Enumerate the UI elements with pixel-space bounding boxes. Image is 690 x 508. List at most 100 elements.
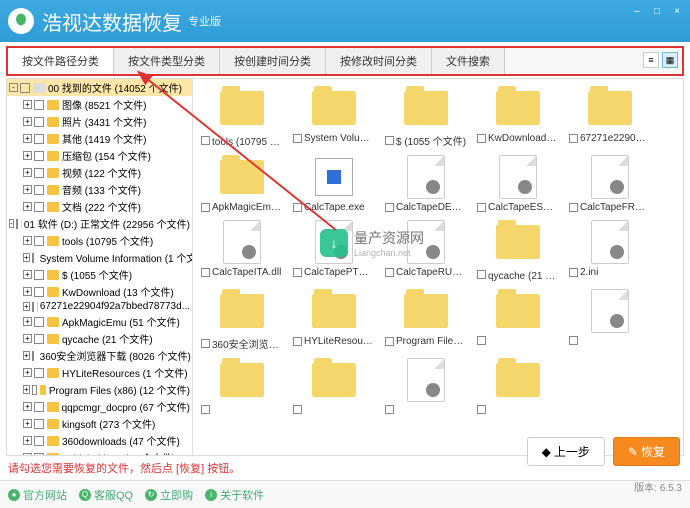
checkbox[interactable] [34,270,44,280]
close-button[interactable]: × [668,4,686,18]
expander-icon[interactable]: + [23,385,30,394]
expander-icon[interactable]: + [23,134,32,143]
expander-icon[interactable]: + [23,117,32,126]
tree-row[interactable]: +压缩包 (154 个文件) [7,147,192,164]
footer-link[interactable]: Q客服QQ [79,487,133,503]
checkbox[interactable] [16,219,18,229]
expander-icon[interactable]: + [23,100,32,109]
grid-item[interactable]: HYLiteResources ... [293,290,375,351]
grid-item[interactable]: 2.ini [569,221,651,282]
checkbox[interactable] [385,337,394,346]
expander-icon[interactable]: + [23,253,30,262]
checkbox[interactable] [385,268,394,277]
grid-item[interactable]: CalcTapeRUS.dll [385,221,467,282]
checkbox[interactable] [569,134,578,143]
grid-item[interactable] [385,359,467,414]
expander-icon[interactable]: + [23,185,32,194]
grid-item[interactable]: 67271e22904f92... [569,87,651,148]
grid-item[interactable]: tools (10795 个... [201,87,283,148]
checkbox[interactable] [569,203,578,212]
expander-icon[interactable]: + [23,402,32,411]
checkbox[interactable] [201,339,210,348]
footer-link[interactable]: ●官方网站 [8,487,67,503]
checkbox[interactable] [477,336,486,345]
checkbox[interactable] [201,136,210,145]
checkbox[interactable] [385,203,394,212]
checkbox[interactable] [293,405,302,414]
prev-button[interactable]: ◆ 上一步 [527,437,605,466]
tree-row[interactable]: +kingsoft (273 个文件) [7,415,192,432]
tree-row[interactable]: +图像 (8521 个文件) [7,96,192,113]
grid-item[interactable]: KwDownload (13... [477,87,559,148]
checkbox[interactable] [34,100,44,110]
grid-item[interactable]: CalcTapePTB.dll [293,221,375,282]
checkbox[interactable] [201,405,210,414]
tab-1[interactable]: 按文件类型分类 [114,48,220,74]
tree-row[interactable]: +System Volume Information (1 个文件) [7,249,192,266]
checkbox[interactable] [32,385,38,395]
checkbox[interactable] [385,136,394,145]
expander-icon[interactable]: + [23,317,32,326]
grid-item[interactable]: CalcTapeITA.dll [201,221,283,282]
tree-row[interactable]: +360downloads (47 个文件) [7,432,192,449]
tree-row[interactable]: +KwDownload (13 个文件) [7,283,192,300]
expander-icon[interactable]: + [23,368,32,377]
grid-item[interactable]: ApkMagicEmu (5... [201,156,283,213]
expander-icon[interactable]: - [9,83,18,92]
view-grid-button[interactable]: ▦ [662,52,678,68]
grid-item[interactable]: CalcTapeFRA.dll [569,156,651,213]
minimize-button[interactable]: – [628,4,646,18]
expander-icon[interactable]: - [9,219,14,228]
tree-row[interactable]: +tools (10795 个文件) [7,232,192,249]
checkbox[interactable] [477,203,486,212]
tab-0[interactable]: 按文件路径分类 [8,48,114,74]
checkbox[interactable] [201,268,210,277]
checkbox[interactable] [34,168,44,178]
grid-item[interactable] [293,359,375,414]
grid-item[interactable] [201,359,283,414]
checkbox[interactable] [32,302,34,312]
checkbox[interactable] [477,134,486,143]
footer-link[interactable]: i关于软件 [205,487,264,503]
tree-row[interactable]: +ApkMagicEmu (51 个文件) [7,313,192,330]
grid-item[interactable]: CalcTapeESN.dll [477,156,559,213]
tree-row[interactable]: +$ (1055 个文件) [7,266,192,283]
checkbox[interactable] [32,351,34,361]
grid-item[interactable]: qycache (21 个... [477,221,559,282]
grid-item[interactable]: Program Files (x8... [385,290,467,351]
file-grid[interactable]: tools (10795 个...System Volume In...$ (1… [193,79,683,455]
footer-link[interactable]: ↻立即购 [145,487,193,503]
expander-icon[interactable]: + [23,270,32,279]
checkbox[interactable] [293,203,302,212]
expander-icon[interactable]: + [23,334,32,343]
checkbox[interactable] [34,117,44,127]
checkbox[interactable] [569,336,578,345]
grid-item[interactable] [477,359,559,414]
checkbox[interactable] [34,134,44,144]
grid-item[interactable] [569,290,651,351]
checkbox[interactable] [34,419,44,429]
tree-row[interactable]: +360安全浏览器下载 (8026 个文件) [7,347,192,364]
checkbox[interactable] [34,402,44,412]
view-list-button[interactable]: ≡ [643,52,659,68]
tree-row[interactable]: +qycache (21 个文件) [7,330,192,347]
checkbox[interactable] [293,337,302,346]
checkbox[interactable] [34,202,44,212]
checkbox[interactable] [293,134,302,143]
expander-icon[interactable]: + [23,436,32,445]
checkbox[interactable] [477,270,486,279]
maximize-button[interactable]: □ [648,4,666,18]
recover-button[interactable]: ✎ 恢复 [613,437,680,466]
expander-icon[interactable]: + [23,287,32,296]
tree-row[interactable]: -01 软件 (D:) 正常文件 (22956 个文件) [7,215,192,232]
checkbox[interactable] [34,436,44,446]
tree-row[interactable]: +aThinkThings (61 个文件) [7,449,192,455]
tree-row[interactable]: +qqpcmgr_docpro (67 个文件) [7,398,192,415]
checkbox[interactable] [34,368,44,378]
checkbox[interactable] [569,268,578,277]
expander-icon[interactable]: + [23,151,32,160]
expander-icon[interactable]: + [23,351,30,360]
checkbox[interactable] [34,317,44,327]
tree-row[interactable]: +文档 (222 个文件) [7,198,192,215]
grid-item[interactable]: CalcTapeDEU.dll [385,156,467,213]
